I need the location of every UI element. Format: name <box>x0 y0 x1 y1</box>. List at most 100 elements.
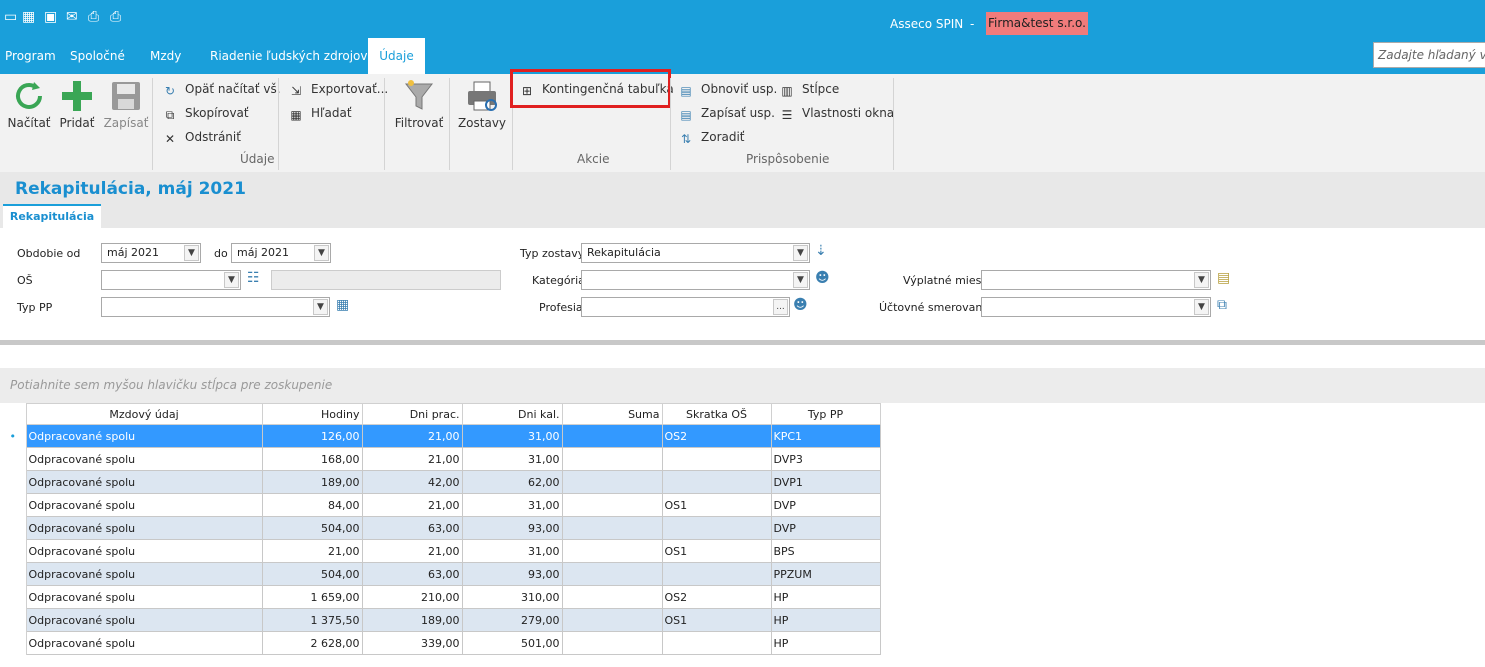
row-indicator[interactable] <box>0 608 27 632</box>
menu-spolocne[interactable]: Spoločné <box>70 49 125 63</box>
cell-typ-pp[interactable]: DVP1 <box>770 470 881 494</box>
cell-suma[interactable] <box>561 562 663 586</box>
cell-mzdovy-udaj[interactable]: Odpracované spolu <box>25 608 263 632</box>
cell-dni-prac[interactable]: 21,00 <box>361 493 463 517</box>
menu-hr[interactable]: Riadenie ľudských zdrojov <box>210 49 367 63</box>
cell-dni-prac[interactable]: 189,00 <box>361 608 463 632</box>
cell-dni-kal[interactable]: 93,00 <box>461 516 563 540</box>
cell-dni-kal[interactable]: 501,00 <box>461 631 563 655</box>
cell-dni-kal[interactable]: 31,00 <box>461 447 563 471</box>
cell-mzdovy-udaj[interactable]: Odpracované spolu <box>25 424 263 448</box>
columns-button[interactable]: ▥ Stĺpce <box>780 82 839 98</box>
row-indicator[interactable] <box>0 516 27 540</box>
cell-mzdovy-udaj[interactable]: Odpracované spolu <box>25 562 263 586</box>
search-input[interactable]: Zadajte hľadaný výraz <box>1373 42 1485 68</box>
delete-button[interactable]: ✕ Odstrániť <box>163 130 241 146</box>
copy-button[interactable]: ⧉ Skopírovať <box>163 106 249 122</box>
window-properties-button[interactable]: ☰ Vlastnosti okna <box>780 106 895 122</box>
accounting-select[interactable]: ▼ <box>981 297 1211 317</box>
export-button[interactable]: ⇲ Exportovať... <box>289 82 388 98</box>
cell-dni-prac[interactable]: 42,00 <box>361 470 463 494</box>
save-button[interactable]: Zapísať <box>103 78 149 130</box>
col-header-suma[interactable]: Suma <box>561 403 663 425</box>
cell-hodiny[interactable]: 21,00 <box>261 539 363 563</box>
col-header-dni-prac[interactable]: Dni prac. <box>361 403 463 425</box>
os-select[interactable]: ▼ <box>101 270 241 290</box>
col-header-dni-kal[interactable]: Dni kal. <box>461 403 563 425</box>
add-button[interactable]: Pridať <box>56 78 98 130</box>
window-icon[interactable]: ▭ <box>4 9 17 25</box>
cell-suma[interactable] <box>561 631 663 655</box>
excel-icon[interactable]: ▦ <box>22 9 35 25</box>
period-to-select[interactable]: máj 2021 ▼ <box>231 243 331 263</box>
cell-dni-prac[interactable]: 210,00 <box>361 585 463 609</box>
find-button[interactable]: ▦ Hľadať <box>289 106 351 122</box>
table-row[interactable]: Odpracované spolu 1 375,50 189,00 279,00 OS1… <box>0 608 881 632</box>
category-lookup-icon[interactable]: ☻ <box>815 270 830 286</box>
restore-layout-button[interactable]: ▤ Obnoviť usp. <box>679 82 777 98</box>
cell-mzdovy-udaj[interactable]: Odpracované spolu <box>25 493 263 517</box>
row-indicator[interactable] <box>0 562 27 586</box>
save-layout-button[interactable]: ▤ Zapísať usp. <box>679 106 775 122</box>
table-row[interactable]: Odpracované spolu 84,00 21,00 31,00 OS1 DVP <box>0 493 881 517</box>
cell-suma[interactable] <box>561 585 663 609</box>
cell-suma[interactable] <box>561 539 663 563</box>
row-indicator[interactable] <box>0 585 27 609</box>
chevron-down-icon[interactable]: ▼ <box>1194 299 1209 315</box>
pay-place-select[interactable]: ▼ <box>981 270 1211 290</box>
cell-skratka-os[interactable]: OS1 <box>661 493 772 517</box>
cell-dni-prac[interactable]: 339,00 <box>361 631 463 655</box>
cell-skratka-os[interactable] <box>661 447 772 471</box>
cell-suma[interactable] <box>561 470 663 494</box>
cell-typ-pp[interactable]: HP <box>770 585 881 609</box>
profession-lookup-icon[interactable]: ☻ <box>793 297 808 313</box>
row-indicator[interactable] <box>0 447 27 471</box>
cell-dni-prac[interactable]: 63,00 <box>361 562 463 586</box>
tree-icon[interactable]: ☷ <box>247 270 260 286</box>
cell-hodiny[interactable]: 126,00 <box>261 424 363 448</box>
category-select[interactable]: ▼ <box>581 270 810 290</box>
table-row[interactable]: • Odpracované spolu 126,00 21,00 31,00 OS2 KPC… <box>0 424 881 448</box>
mail-icon[interactable]: ✉ <box>66 9 78 25</box>
print-icon[interactable]: ⎙ <box>88 9 99 25</box>
cell-skratka-os[interactable]: OS1 <box>661 608 772 632</box>
menu-udaje[interactable]: Údaje <box>368 38 425 74</box>
list-icon[interactable]: ▤ <box>1217 270 1230 286</box>
chevron-down-icon[interactable]: ▼ <box>793 245 808 261</box>
period-from-select[interactable]: máj 2021 ▼ <box>101 243 201 263</box>
cell-dni-kal[interactable]: 31,00 <box>461 539 563 563</box>
cell-dni-kal[interactable]: 31,00 <box>461 493 563 517</box>
chevron-down-icon[interactable]: ▼ <box>184 245 199 261</box>
cell-hodiny[interactable]: 504,00 <box>261 562 363 586</box>
cell-dni-prac[interactable]: 21,00 <box>361 424 463 448</box>
cell-typ-pp[interactable]: HP <box>770 608 881 632</box>
cell-hodiny[interactable]: 1 659,00 <box>261 585 363 609</box>
cell-skratka-os[interactable] <box>661 516 772 540</box>
row-indicator[interactable] <box>0 493 27 517</box>
cell-mzdovy-udaj[interactable]: Odpracované spolu <box>25 585 263 609</box>
cell-dni-kal[interactable]: 93,00 <box>461 562 563 586</box>
cell-dni-prac[interactable]: 21,00 <box>361 447 463 471</box>
reload-all-button[interactable]: ↻ Opäť načítať vš. <box>163 82 281 98</box>
table-row[interactable]: Odpracované spolu 21,00 21,00 31,00 OS1 BPS <box>0 539 881 563</box>
cell-typ-pp[interactable]: KPC1 <box>770 424 881 448</box>
cell-mzdovy-udaj[interactable]: Odpracované spolu <box>25 516 263 540</box>
table-row[interactable]: Odpracované spolu 504,00 63,00 93,00 PPZUM <box>0 562 881 586</box>
profession-field[interactable]: ... <box>581 297 790 317</box>
row-indicator[interactable] <box>0 470 27 494</box>
table-row[interactable]: Odpracované spolu 1 659,00 210,00 310,00 OS2… <box>0 585 881 609</box>
cell-suma[interactable] <box>561 424 663 448</box>
table-row[interactable]: Odpracované spolu 504,00 63,00 93,00 DVP <box>0 516 881 540</box>
chevron-down-icon[interactable]: ▼ <box>793 272 808 288</box>
cell-typ-pp[interactable]: DVP <box>770 493 881 517</box>
cell-dni-kal[interactable]: 62,00 <box>461 470 563 494</box>
cell-hodiny[interactable]: 504,00 <box>261 516 363 540</box>
reports-button[interactable]: Zostavy <box>457 78 507 130</box>
cell-mzdovy-udaj[interactable]: Odpracované spolu <box>25 447 263 471</box>
chevron-down-icon[interactable]: ▼ <box>224 272 239 288</box>
ellipsis-button[interactable]: ... <box>773 299 788 315</box>
table-row[interactable]: Odpracované spolu 189,00 42,00 62,00 DVP1 <box>0 470 881 494</box>
cell-dni-kal[interactable]: 310,00 <box>461 585 563 609</box>
report-type-select[interactable]: Rekapitulácia ▼ <box>581 243 810 263</box>
cell-dni-prac[interactable]: 63,00 <box>361 516 463 540</box>
